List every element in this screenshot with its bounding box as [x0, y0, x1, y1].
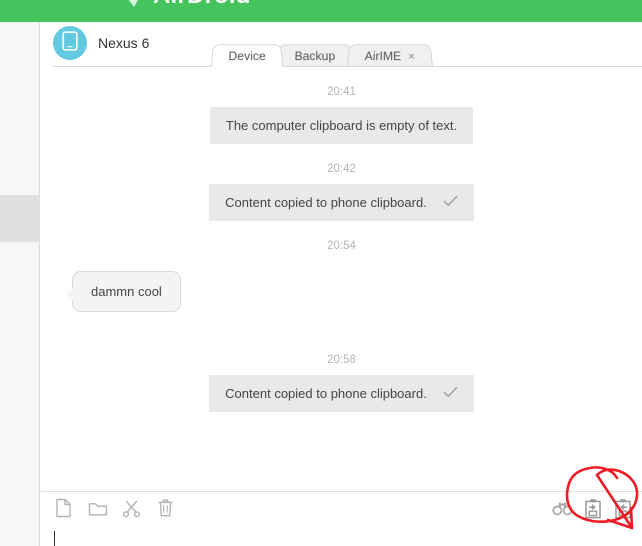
message-timestamp: 20:54	[327, 240, 356, 252]
tab-device[interactable]: Device	[211, 44, 284, 67]
message-bubble: dammn cool	[65, 271, 181, 312]
tab-device-label: Device	[228, 49, 267, 63]
main-panel: Nexus 6 Device Backup AirIME × 20:41 The…	[41, 22, 642, 546]
message-text: The computer clipboard is empty of text.	[225, 118, 458, 133]
tab-backup[interactable]: Backup	[277, 44, 353, 67]
toolbar-left-group	[53, 498, 176, 519]
message-row: Content copied to phone clipboard.	[41, 375, 642, 412]
left-sidebar[interactable]	[0, 22, 40, 546]
tab-bar: Device Backup AirIME ×	[211, 43, 433, 67]
message-text: dammn cool	[91, 284, 162, 299]
composer-toolbar	[41, 491, 642, 524]
message-bubble: Content copied to phone clipboard.	[209, 184, 474, 221]
file-icon[interactable]	[53, 498, 74, 519]
folder-icon[interactable]	[87, 498, 108, 519]
message-row: dammn cool	[41, 271, 642, 312]
binoculars-icon[interactable]	[552, 498, 573, 519]
message-timestamp: 20:42	[327, 163, 356, 175]
scissors-icon[interactable]	[121, 498, 142, 519]
tab-airime-label: AirIME	[364, 49, 402, 63]
check-icon	[443, 386, 458, 401]
paper-plane-icon	[108, 0, 148, 9]
airdroid-window: AirDroid Nexus 6	[0, 0, 642, 546]
message-text: Content copied to phone clipboard.	[225, 386, 427, 401]
app-logo: AirDroid	[108, 0, 251, 9]
phone-icon	[62, 30, 78, 56]
clipboard-from-phone-icon[interactable]	[612, 498, 633, 519]
device-identity: Nexus 6	[53, 26, 149, 60]
panel-header: Nexus 6 Device Backup AirIME ×	[41, 22, 642, 67]
tab-backup-label: Backup	[294, 49, 336, 63]
conversation-list[interactable]: 20:41 The computer clipboard is empty of…	[41, 67, 642, 491]
trash-icon[interactable]	[155, 498, 176, 519]
app-logo-text: AirDroid	[153, 0, 251, 9]
message-bubble: The computer clipboard is empty of text.	[209, 107, 474, 144]
message-text: Content copied to phone clipboard.	[225, 195, 427, 210]
message-row: Content copied to phone clipboard.	[41, 184, 642, 221]
clipboard-to-phone-icon[interactable]	[582, 498, 603, 519]
close-icon[interactable]: ×	[408, 49, 416, 62]
message-timestamp: 20:41	[327, 86, 356, 98]
sidebar-item-active[interactable]	[0, 195, 39, 242]
toolbar-right-group	[552, 498, 633, 519]
message-input-area[interactable]	[41, 524, 642, 546]
app-banner: AirDroid	[0, 0, 642, 22]
text-caret	[54, 531, 55, 546]
device-name: Nexus 6	[98, 35, 150, 51]
message-timestamp: 20:58	[327, 354, 356, 366]
avatar	[53, 26, 87, 60]
tab-airime[interactable]: AirIME ×	[346, 44, 433, 67]
message-row: The computer clipboard is empty of text.	[41, 107, 642, 144]
check-icon	[443, 195, 458, 210]
message-bubble: Content copied to phone clipboard.	[209, 375, 474, 412]
